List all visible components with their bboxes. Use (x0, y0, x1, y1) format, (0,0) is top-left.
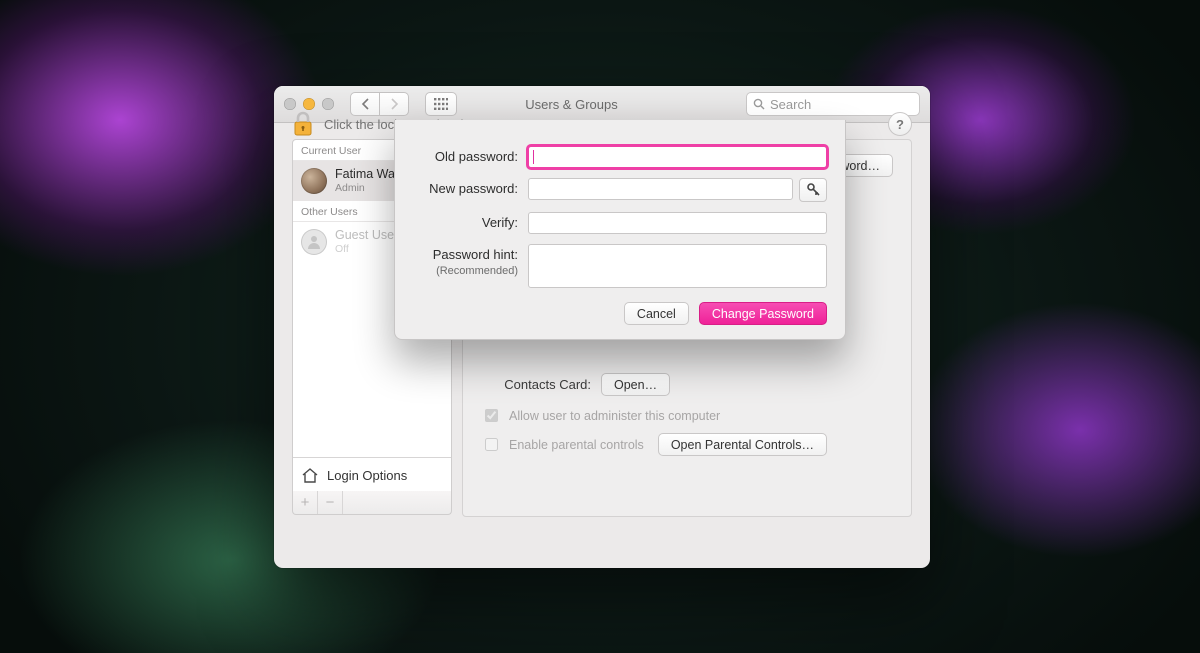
new-password-input[interactable] (528, 178, 793, 200)
new-password-label: New password: (413, 178, 528, 197)
lock-icon[interactable] (292, 111, 314, 137)
user-text: Fatima Wah Admin (335, 167, 402, 195)
open-parental-controls-button[interactable]: Open Parental Controls… (658, 433, 827, 456)
login-options[interactable]: Login Options (293, 457, 451, 492)
contacts-card-label: Contacts Card: (481, 377, 591, 392)
cancel-button[interactable]: Cancel (624, 302, 689, 325)
user-name: Fatima Wah (335, 167, 402, 181)
person-icon (306, 234, 322, 250)
old-password-input[interactable] (528, 146, 827, 168)
parental-checkbox-row: Enable parental controls Open Parental C… (463, 429, 911, 460)
user-name: Guest User (335, 228, 398, 242)
change-password-sheet: Old password: New password: Verify: Pass… (394, 120, 846, 340)
remove-user-button[interactable]: − (318, 491, 343, 514)
hint-input[interactable] (528, 244, 827, 288)
help-button[interactable]: ? (888, 112, 912, 136)
house-icon (301, 468, 319, 483)
contacts-open-button[interactable]: Open… (601, 373, 670, 396)
sidebar-actions: + − (292, 491, 452, 515)
avatar (301, 168, 327, 194)
administer-checkbox[interactable] (485, 409, 498, 422)
desktop-background: Users & Groups Search Current User Fatim… (0, 0, 1200, 653)
user-role: Off (335, 242, 398, 256)
verify-label: Verify: (413, 212, 528, 231)
password-assistant-button[interactable] (799, 178, 827, 202)
user-text: Guest User Off (335, 228, 398, 256)
parental-checkbox[interactable] (485, 438, 498, 451)
hint-label: Password hint: (Recommended) (413, 244, 528, 279)
key-icon (807, 183, 820, 197)
preferences-window: Users & Groups Search Current User Fatim… (274, 86, 930, 568)
add-user-button[interactable]: + (293, 491, 318, 514)
parental-label: Enable parental controls (509, 438, 644, 452)
old-password-label: Old password: (413, 146, 528, 165)
verify-input[interactable] (528, 212, 827, 234)
change-password-submit[interactable]: Change Password (699, 302, 827, 325)
administer-label: Allow user to administer this computer (509, 409, 720, 423)
login-options-label: Login Options (327, 468, 407, 483)
administer-checkbox-row: Allow user to administer this computer (463, 402, 911, 429)
user-role: Admin (335, 181, 402, 195)
avatar (301, 229, 327, 255)
hint-sublabel: (Recommended) (413, 263, 518, 279)
